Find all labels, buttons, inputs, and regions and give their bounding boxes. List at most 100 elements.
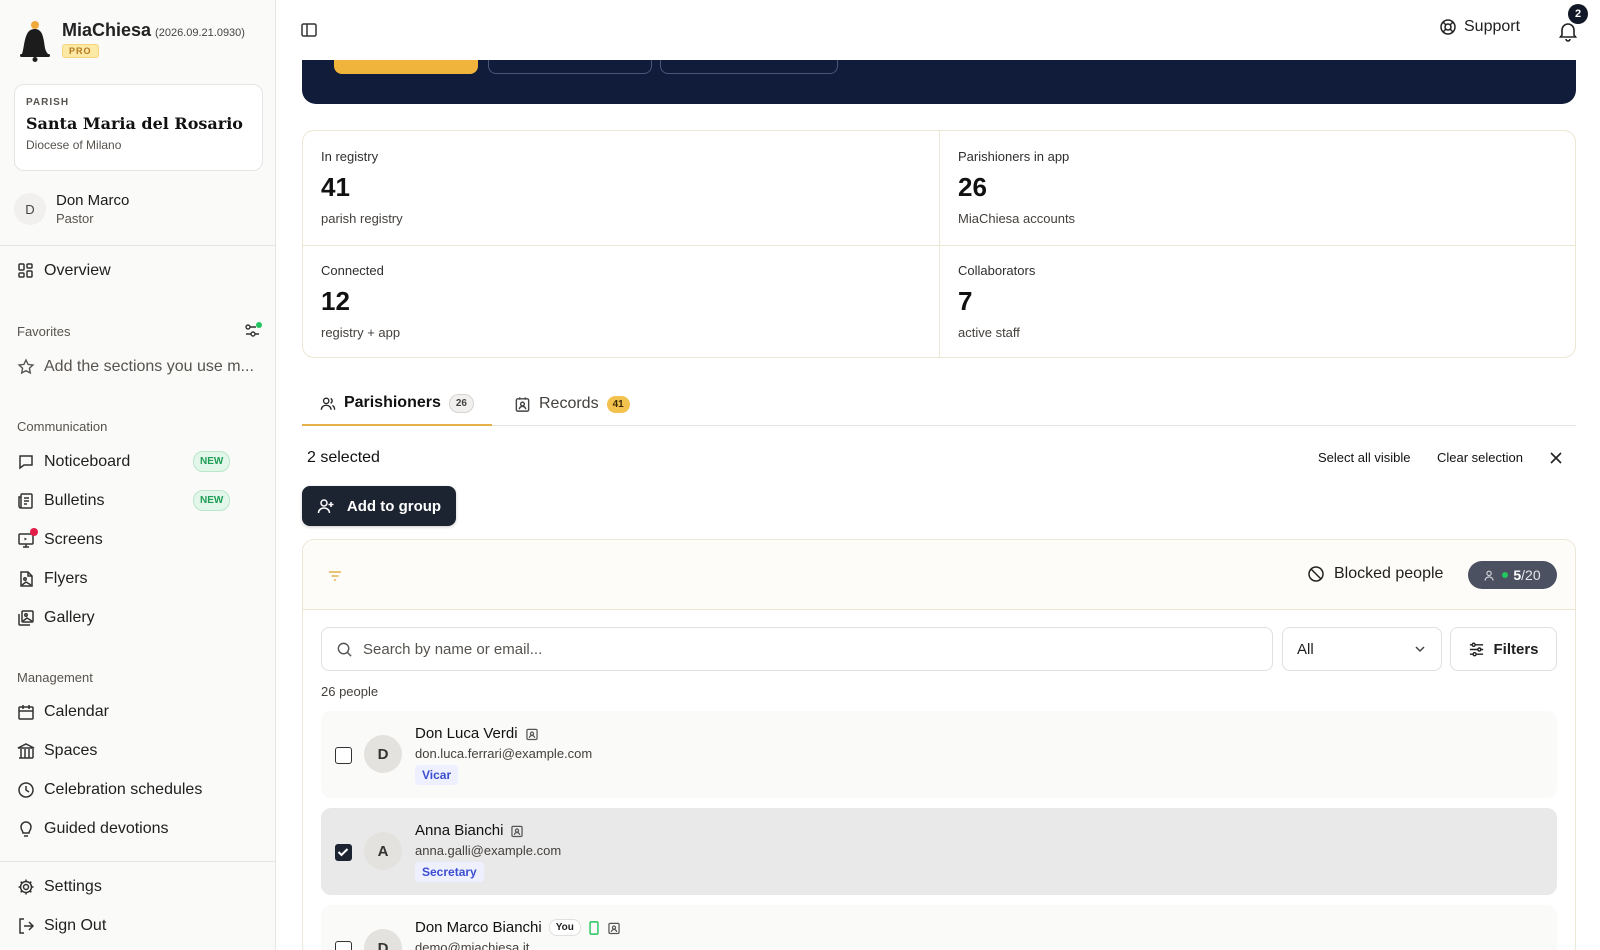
sidebar-item-gallery[interactable]: Gallery (17, 606, 95, 630)
person-avatar: D (364, 929, 402, 950)
sidebar-toggle-icon[interactable] (300, 21, 318, 39)
sidebar-item-screens[interactable]: Screens (17, 528, 103, 552)
new-badge: NEW (193, 490, 231, 511)
stat-value: 26 (958, 172, 987, 202)
smartphone-icon (589, 920, 599, 935)
stat-value: 41 (321, 172, 350, 202)
plan-badge: PRO (62, 44, 99, 58)
sidebar-item-settings[interactable]: Settings (17, 875, 102, 899)
favorites-placeholder[interactable]: Add the sections you use m... (17, 355, 254, 379)
manage-favorites-icon[interactable] (243, 322, 263, 340)
blocked-people-button[interactable]: Blocked people (1307, 565, 1443, 583)
sidebar-item-label: Sign Out (44, 917, 107, 934)
users-icon (320, 397, 336, 410)
sidebar: MiaChiesa (2026.09.21.0930) PRO PARISH Sa… (0, 0, 276, 950)
stat-label: In registry (321, 149, 379, 164)
sidebar-item-label: Screens (44, 531, 103, 548)
stat-collaborators: Collaborators 7 active staff (940, 245, 1575, 357)
newspaper-icon (18, 493, 33, 509)
sidebar-item-guided-devotions[interactable]: Guided devotions (17, 817, 169, 841)
sidebar-item-label: Guided devotions (44, 820, 169, 837)
stats-divider (303, 245, 1575, 246)
sidebar-item-flyers[interactable]: Flyers (17, 567, 88, 591)
tab-label: Parishioners (343, 394, 441, 411)
row-checkbox[interactable] (335, 941, 352, 950)
person-name: Don Luca Verdi (415, 725, 518, 742)
images-icon (18, 610, 34, 626)
stats-grid: In registry 41 parish registry Parishion… (302, 130, 1576, 358)
stat-sub: MiaChiesa accounts (958, 211, 1076, 226)
select-all-visible-link[interactable]: Select all visible (1318, 450, 1411, 465)
diocese-name: Diocese of Milano (26, 138, 122, 152)
clock-icon (18, 782, 34, 798)
search-input[interactable]: Search by name or email... (321, 627, 1273, 671)
favorites-placeholder-text: Add the sections you use m... (44, 358, 254, 375)
panel-header: Blocked people 5/20 (303, 540, 1575, 610)
user-profile[interactable]: D Don Marco Pastor (14, 192, 129, 226)
notification-count: 2 (1568, 4, 1588, 24)
sidebar-item-sign-out[interactable]: Sign Out (17, 914, 106, 938)
log-out-icon (19, 918, 35, 934)
add-to-group-button[interactable]: Add to group (302, 486, 456, 526)
sidebar-item-noticeboard[interactable]: Noticeboard (17, 450, 130, 474)
sidebar-item-celebration-schedules[interactable]: Celebration schedules (17, 778, 202, 802)
filters-button[interactable]: Filters (1450, 627, 1557, 671)
hero-tertiary-button[interactable] (660, 60, 838, 74)
filters-label: Filters (1493, 640, 1539, 658)
person-name: Don Marco Bianchi (415, 919, 542, 936)
select-value: All (1297, 640, 1314, 658)
support-button[interactable]: Support (1439, 18, 1520, 36)
status-select[interactable]: All (1282, 627, 1442, 671)
sidebar-item-label: Bulletins (44, 492, 105, 509)
add-to-group-label: Add to group (346, 497, 442, 515)
row-checkbox[interactable] (335, 747, 352, 764)
quota-used: 5 (1513, 567, 1522, 583)
sidebar-item-spaces[interactable]: Spaces (17, 739, 97, 763)
person-avatar: A (364, 832, 402, 870)
building-icon (17, 743, 35, 759)
contact-card-icon (525, 728, 538, 740)
sidebar-item-overview[interactable]: Overview (17, 259, 111, 283)
seat-quota-badge: 5/20 (1468, 561, 1557, 589)
stat-sub: parish registry (321, 211, 403, 226)
quota-total: /20 (1521, 567, 1541, 583)
contact-card-icon (511, 825, 524, 837)
filter-icon[interactable] (327, 568, 343, 584)
bell-logo-icon (20, 21, 50, 62)
table-row[interactable]: D Don Marco Bianchi You demo@miachiesa.i… (321, 905, 1557, 950)
sidebar-item-label: Settings (44, 878, 102, 895)
selection-count: 2 selected (307, 449, 380, 466)
tab-records[interactable]: Records 41 (496, 382, 648, 426)
lifebuoy-icon (1440, 19, 1456, 35)
stat-in-registry: In registry 41 parish registry (303, 131, 940, 245)
communication-label: Communication (17, 419, 108, 434)
stat-sub: registry + app (321, 325, 401, 340)
clear-selection-link[interactable]: Clear selection (1437, 450, 1523, 465)
stat-sub: active staff (958, 325, 1020, 340)
new-badge: NEW (193, 451, 231, 472)
table-row[interactable]: A Anna Bianchi anna.galli@example.com Se… (321, 808, 1557, 895)
sidebar-divider (0, 861, 275, 862)
tab-count: 26 (448, 393, 474, 413)
person-avatar: D (364, 735, 402, 773)
sidebar-item-calendar[interactable]: Calendar (17, 700, 109, 724)
hero-primary-button[interactable] (334, 60, 478, 74)
parish-name: Santa Maria del Rosario (26, 114, 243, 133)
row-checkbox[interactable] (335, 844, 352, 861)
check-icon (337, 848, 349, 857)
brand[interactable]: MiaChiesa (2026.09.21.0930) PRO (16, 20, 245, 62)
sidebar-item-bulletins[interactable]: Bulletins (17, 489, 104, 513)
stat-value: 12 (321, 286, 350, 316)
stat-parishioners-in-app: Parishioners in app 26 MiaChiesa account… (940, 131, 1575, 245)
hero-secondary-button[interactable] (488, 60, 652, 74)
stat-label: Connected (321, 263, 384, 278)
close-icon[interactable] (1548, 450, 1564, 466)
parish-label: PARISH (26, 97, 70, 108)
tab-parishioners[interactable]: Parishioners 26 (302, 382, 492, 426)
table-row[interactable]: D Don Luca Verdi don.luca.ferrari@exampl… (321, 711, 1557, 798)
contact-card-icon (515, 396, 530, 412)
top-bar: Support 2 (276, 0, 1600, 60)
parish-card[interactable]: PARISH Santa Maria del Rosario Diocese o… (14, 84, 263, 171)
contact-card-icon (608, 922, 620, 934)
user-avatar: D (14, 193, 46, 225)
